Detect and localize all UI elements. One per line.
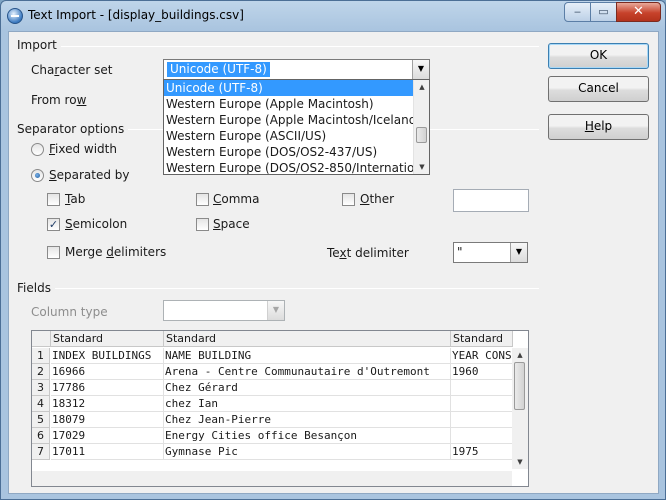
table-cell[interactable]: [451, 428, 513, 444]
scroll-up-icon[interactable]: ▲: [512, 348, 528, 362]
character-set-dropdown-list[interactable]: Unicode (UTF-8) Western Europe (Apple Mac…: [163, 79, 430, 175]
column-type-select[interactable]: ▼: [163, 300, 285, 321]
separator-group-label: Separator options: [17, 122, 129, 136]
tab-checkbox[interactable]: [47, 193, 60, 206]
text-delimiter-select[interactable]: " ▼: [453, 242, 528, 263]
column-type-label: Column type: [31, 305, 108, 319]
row-number: 5: [32, 412, 50, 428]
maximize-button[interactable]: ▭: [590, 2, 617, 22]
column-header[interactable]: Standard: [51, 331, 164, 347]
scroll-up-icon[interactable]: ▲: [414, 80, 429, 94]
table-cell[interactable]: [451, 412, 513, 428]
preview-horizontal-scrollbar[interactable]: [32, 471, 512, 486]
tab-label[interactable]: Tab: [65, 192, 85, 206]
other-separator-input[interactable]: [453, 189, 529, 212]
app-logo-icon: [7, 8, 23, 24]
cancel-button[interactable]: Cancel: [548, 76, 649, 102]
table-cell[interactable]: Chez Jean-Pierre: [164, 412, 451, 428]
table-cell[interactable]: [451, 396, 513, 412]
text-delimiter-value: ": [457, 245, 463, 259]
import-group-label: Import: [17, 38, 61, 52]
data-preview-grid[interactable]: Standard Standard Standard 1 INDEX BUILDI…: [31, 330, 529, 487]
scroll-down-icon[interactable]: ▼: [414, 160, 429, 174]
space-checkbox[interactable]: [196, 218, 209, 231]
window-title: Text Import - [display_buildings.csv]: [28, 8, 244, 22]
dropdown-option[interactable]: Western Europe (Apple Macintosh/Icelandi…: [164, 112, 429, 128]
other-label[interactable]: Other: [360, 192, 394, 206]
text-delimiter-label: Text delimiter: [327, 246, 409, 260]
dropdown-option[interactable]: Western Europe (ASCII/US): [164, 128, 414, 144]
help-button[interactable]: Help: [548, 114, 649, 140]
semicolon-checkbox[interactable]: ✓: [47, 218, 60, 231]
table-cell[interactable]: NAME BUILDING: [164, 348, 451, 364]
table-cell[interactable]: 17786: [51, 380, 164, 396]
dropdown-option[interactable]: Unicode (UTF-8): [164, 80, 414, 96]
table-cell[interactable]: INDEX BUILDINGS: [51, 348, 164, 364]
comma-label[interactable]: Comma: [213, 192, 259, 206]
dialog-body: Import Character set Unicode (UTF-8) ▼ F…: [8, 31, 659, 494]
merge-delimiters-label[interactable]: Merge delimiters: [65, 245, 166, 259]
row-number: 6: [32, 428, 50, 444]
chevron-down-icon[interactable]: ▼: [412, 60, 429, 79]
comma-checkbox[interactable]: [196, 193, 209, 206]
preview-vertical-scrollbar[interactable]: ▲ ▼: [512, 348, 528, 469]
table-cell[interactable]: chez Ian: [164, 396, 451, 412]
table-cell[interactable]: 18079: [51, 412, 164, 428]
row-number: 2: [32, 364, 50, 380]
chevron-down-icon[interactable]: ▼: [510, 243, 527, 262]
fixed-width-label[interactable]: Fixed width: [49, 142, 117, 156]
space-label[interactable]: Space: [213, 217, 250, 231]
table-cell[interactable]: YEAR CONS: [451, 348, 513, 364]
table-cell[interactable]: Arena - Centre Communautaire d'Outremont: [164, 364, 451, 380]
fields-group-label: Fields: [17, 281, 55, 295]
column-header[interactable]: Standard: [451, 331, 513, 347]
merge-delimiters-checkbox[interactable]: [47, 246, 60, 259]
separated-by-label[interactable]: Separated by: [49, 168, 130, 182]
fields-group-line: [17, 288, 539, 289]
fixed-width-radio[interactable]: [31, 143, 44, 156]
table-cell[interactable]: 17029: [51, 428, 164, 444]
row-number: 4: [32, 396, 50, 412]
dropdown-option[interactable]: Western Europe (DOS/OS2-437/US): [164, 144, 414, 160]
row-number: 7: [32, 444, 50, 460]
character-set-label: Character set: [31, 63, 113, 77]
dropdown-option[interactable]: Western Europe (DOS/OS2-850/Internationa…: [164, 160, 429, 174]
close-button[interactable]: ✕: [616, 2, 661, 22]
table-cell[interactable]: [451, 380, 513, 396]
other-checkbox[interactable]: [342, 193, 355, 206]
table-cell[interactable]: Energy Cities office Besançon: [164, 428, 451, 444]
scroll-thumb[interactable]: [514, 362, 525, 410]
scroll-down-icon[interactable]: ▼: [512, 455, 528, 469]
column-header[interactable]: Standard: [164, 331, 451, 347]
table-cell[interactable]: Chez Gérard: [164, 380, 451, 396]
title-bar[interactable]: Text Import - [display_buildings.csv] ‒ …: [1, 1, 665, 31]
chevron-down-icon[interactable]: ▼: [267, 301, 284, 320]
semicolon-label[interactable]: Semicolon: [65, 217, 127, 231]
table-cell[interactable]: 1960: [451, 364, 513, 380]
ok-button[interactable]: OK: [548, 43, 649, 69]
row-number: 1: [32, 348, 50, 364]
dropdown-scrollbar[interactable]: ▲ ▼: [413, 80, 429, 174]
table-cell[interactable]: 18312: [51, 396, 164, 412]
table-cell[interactable]: 16966: [51, 364, 164, 380]
text-import-dialog: Text Import - [display_buildings.csv] ‒ …: [0, 0, 666, 500]
separated-by-radio[interactable]: [31, 169, 44, 182]
dropdown-option[interactable]: Western Europe (Apple Macintosh): [164, 96, 414, 112]
minimize-button[interactable]: ‒: [564, 2, 591, 22]
table-cell[interactable]: 17011: [51, 444, 164, 460]
character-set-select[interactable]: Unicode (UTF-8) ▼: [163, 59, 430, 80]
character-set-value: Unicode (UTF-8): [167, 62, 270, 77]
row-number: 3: [32, 380, 50, 396]
table-cell[interactable]: 1975: [451, 444, 513, 460]
table-cell[interactable]: Gymnase Pic: [164, 444, 451, 460]
import-group-line: [17, 46, 539, 47]
from-row-label: From row: [31, 93, 87, 107]
scroll-thumb[interactable]: [416, 127, 427, 143]
corner-cell: [32, 331, 51, 347]
